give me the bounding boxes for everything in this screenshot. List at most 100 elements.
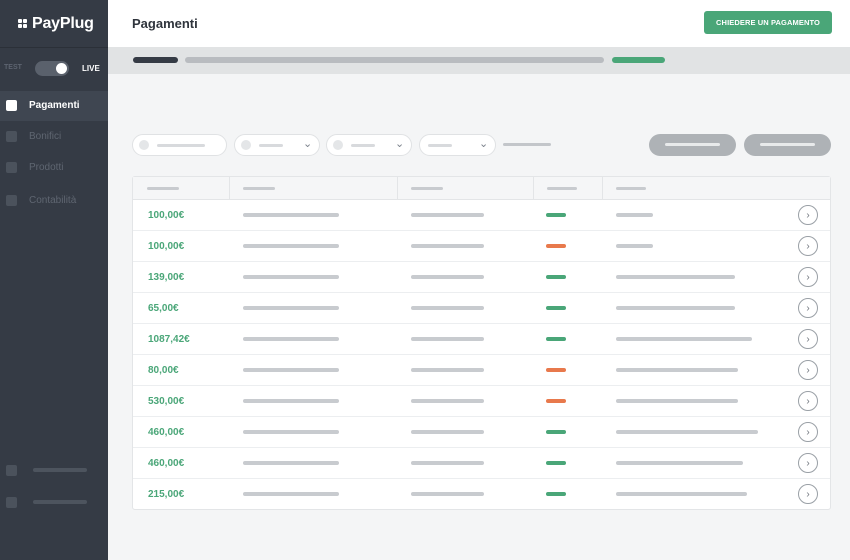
pagamenti-icon xyxy=(6,100,17,111)
chevron-right-icon[interactable]: › xyxy=(798,267,818,287)
filter-placeholder-bar xyxy=(428,144,452,147)
table-row[interactable]: 530,00€ › xyxy=(133,386,830,417)
status-indicator xyxy=(546,275,566,279)
request-payment-button[interactable]: CHIEDERE UN PAGAMENTO xyxy=(704,11,832,34)
cell-placeholder xyxy=(616,461,743,465)
payments-table: 100,00€ › 100,00€ › 139,00€ › 65,00€ › 1087,42€ ›… xyxy=(132,176,831,510)
tab-strip xyxy=(108,47,850,74)
cell-placeholder xyxy=(411,430,484,434)
toggle-knob xyxy=(56,63,67,74)
filter-dropdown[interactable]: ⌄ xyxy=(326,134,412,156)
search-icon xyxy=(139,140,149,150)
chevron-right-icon[interactable]: › xyxy=(798,205,818,225)
filter-placeholder-bar xyxy=(259,144,283,147)
cell-placeholder xyxy=(411,244,484,248)
filter-link-placeholder[interactable] xyxy=(503,143,551,146)
column-header-placeholder[interactable] xyxy=(547,187,577,190)
search-filter[interactable] xyxy=(132,134,227,156)
table-row[interactable]: 65,00€ › xyxy=(133,293,830,324)
button-label-bar xyxy=(760,143,815,146)
column-header-placeholder[interactable] xyxy=(243,187,275,190)
cell-placeholder xyxy=(411,337,484,341)
table-row[interactable]: 100,00€ › xyxy=(133,200,830,231)
payment-amount: 139,00€ xyxy=(148,272,185,283)
status-indicator xyxy=(546,213,566,217)
status-indicator xyxy=(546,430,566,434)
placeholder-button[interactable] xyxy=(649,134,736,156)
table-row[interactable]: 215,00€ › xyxy=(133,479,830,510)
placeholder-button[interactable] xyxy=(744,134,831,156)
filter-icon xyxy=(241,140,251,150)
chevron-right-icon[interactable]: › xyxy=(798,453,818,473)
tab-placeholder-highlight[interactable] xyxy=(612,57,665,63)
sidebar-item-pagamenti[interactable]: Pagamenti xyxy=(0,91,108,121)
search-placeholder-bar xyxy=(157,144,205,147)
sidebar-item-label: Prodotti xyxy=(29,162,64,173)
column-divider xyxy=(533,177,534,200)
table-row[interactable]: 100,00€ › xyxy=(133,231,830,262)
sidebar-item-prodotti[interactable]: Prodotti xyxy=(0,153,108,183)
placeholder-icon xyxy=(6,497,17,508)
chevron-right-icon[interactable]: › xyxy=(798,236,818,256)
payplug-logo-icon xyxy=(18,19,28,29)
chevron-right-icon[interactable]: › xyxy=(798,484,818,504)
sidebar-item-placeholder[interactable] xyxy=(0,488,108,518)
status-indicator xyxy=(546,399,566,403)
tab-placeholder[interactable] xyxy=(185,57,604,63)
live-mode-toggle[interactable] xyxy=(35,61,69,76)
column-header-placeholder[interactable] xyxy=(616,187,646,190)
cell-placeholder xyxy=(411,492,484,496)
status-indicator xyxy=(546,337,566,341)
sidebar-divider xyxy=(0,47,108,48)
sidebar: PayPlug TEST LIVE Pagamenti Bonifici Pro… xyxy=(0,0,108,560)
payment-amount: 100,00€ xyxy=(148,241,185,252)
cell-placeholder xyxy=(243,399,339,403)
payment-amount: 460,00€ xyxy=(148,458,185,469)
chevron-right-icon[interactable]: › xyxy=(798,298,818,318)
table-row[interactable]: 460,00€ › xyxy=(133,448,830,479)
table-row[interactable]: 80,00€ › xyxy=(133,355,830,386)
cell-placeholder xyxy=(243,337,339,341)
status-indicator xyxy=(546,306,566,310)
logo-text: PayPlug xyxy=(32,15,94,32)
status-indicator xyxy=(546,368,566,372)
filter-placeholder-bar xyxy=(351,144,375,147)
sidebar-item-bonifici[interactable]: Bonifici xyxy=(0,122,108,152)
cell-placeholder xyxy=(616,492,747,496)
button-label-bar xyxy=(665,143,720,146)
page-header: Pagamenti CHIEDERE UN PAGAMENTO xyxy=(108,0,850,47)
filter-icon xyxy=(333,140,343,150)
payment-amount: 65,00€ xyxy=(148,303,179,314)
table-row[interactable]: 139,00€ › xyxy=(133,262,830,293)
cell-placeholder xyxy=(411,213,484,217)
column-header-placeholder[interactable] xyxy=(147,187,179,190)
payment-amount: 1087,42€ xyxy=(148,334,190,345)
sidebar-item-label: Bonifici xyxy=(29,131,62,142)
sidebar-item-contabilita[interactable]: Contabilità xyxy=(0,186,108,216)
payplug-logo[interactable]: PayPlug xyxy=(18,14,94,34)
chevron-right-icon[interactable]: › xyxy=(798,329,818,349)
column-divider xyxy=(397,177,398,200)
sidebar-item-placeholder[interactable] xyxy=(0,456,108,486)
cell-placeholder xyxy=(243,275,339,279)
contabilita-icon xyxy=(6,195,17,206)
filter-dropdown[interactable]: ⌄ xyxy=(234,134,320,156)
column-divider xyxy=(602,177,603,200)
placeholder-label-bar xyxy=(33,500,87,504)
chevron-right-icon[interactable]: › xyxy=(798,391,818,411)
cell-placeholder xyxy=(616,430,758,434)
cell-placeholder xyxy=(616,368,738,372)
filter-dropdown[interactable]: ⌄ xyxy=(419,134,496,156)
chevron-right-icon[interactable]: › xyxy=(798,422,818,442)
table-row[interactable]: 460,00€ › xyxy=(133,417,830,448)
column-divider xyxy=(229,177,230,200)
cell-placeholder xyxy=(411,399,484,403)
cell-placeholder xyxy=(616,306,735,310)
payment-amount: 215,00€ xyxy=(148,489,185,500)
table-row[interactable]: 1087,42€ › xyxy=(133,324,830,355)
tab-placeholder-active[interactable] xyxy=(133,57,178,63)
chevron-right-icon[interactable]: › xyxy=(798,360,818,380)
status-indicator xyxy=(546,492,566,496)
column-header-placeholder[interactable] xyxy=(411,187,443,190)
cell-placeholder xyxy=(243,213,339,217)
